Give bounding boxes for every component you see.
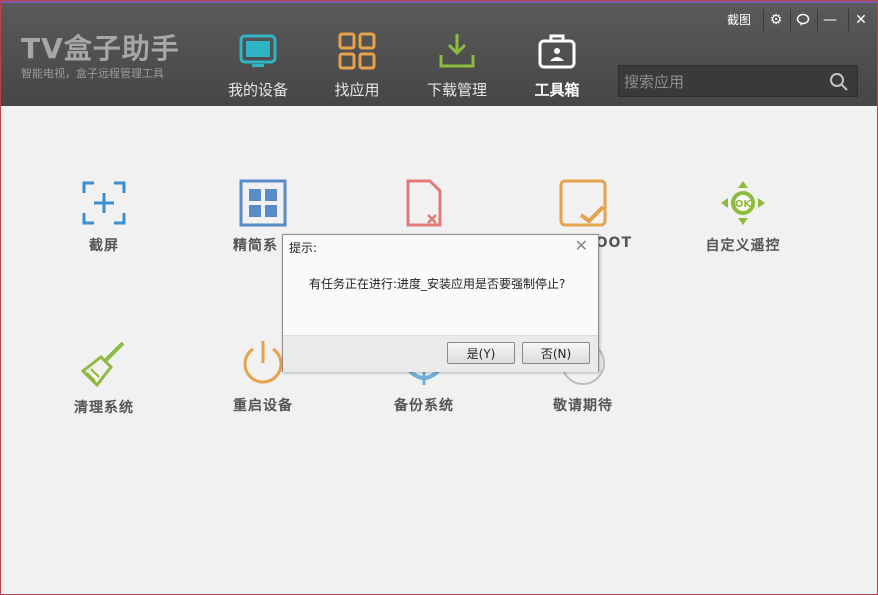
app-logo: TV盒子助手 bbox=[21, 32, 180, 65]
confirm-dialog: 提示: ✕ 有任务正在进行:进度_安装应用是否要强制停止? 是(Y) 否(N) bbox=[282, 234, 599, 372]
dialog-no-button[interactable]: 否(N) bbox=[522, 342, 590, 364]
grid-simplify-icon bbox=[239, 179, 287, 227]
tool-custom-remote[interactable]: OK 自定义遥控 bbox=[688, 179, 798, 255]
power-icon bbox=[243, 341, 283, 384]
toolbox-icon bbox=[538, 34, 576, 69]
tool-label: 自定义遥控 bbox=[705, 238, 781, 254]
close-icon: ✕ bbox=[855, 12, 867, 28]
remote-ok-icon: OK bbox=[721, 181, 765, 225]
apps-grid-icon bbox=[338, 32, 376, 70]
nav-label: 下载管理 bbox=[426, 81, 487, 99]
nav-my-devices[interactable]: 我的设备 bbox=[218, 31, 298, 100]
search-box bbox=[618, 65, 858, 98]
chat-bubble-icon bbox=[796, 13, 810, 26]
tool-uninstall-file[interactable] bbox=[369, 179, 479, 235]
search-icon[interactable] bbox=[829, 72, 849, 92]
nav-download-manager[interactable]: 下载管理 bbox=[417, 31, 497, 100]
dialog-yes-button[interactable]: 是(Y) bbox=[447, 342, 515, 364]
feedback-button[interactable] bbox=[790, 9, 815, 31]
svg-text:OK: OK bbox=[735, 199, 753, 210]
dialog-message: 有任务正在进行:进度_安装应用是否要强制停止? bbox=[309, 277, 566, 291]
tool-label: 清理系统 bbox=[74, 400, 134, 416]
screenshot-icon bbox=[82, 181, 126, 225]
app-window: TV盒子助手 智能电视，盒子远程管理工具 我的设备 找应用 下载管理 工具箱 截… bbox=[0, 0, 878, 595]
nav-label: 找应用 bbox=[334, 81, 380, 99]
dialog-close-button[interactable]: ✕ bbox=[575, 236, 588, 255]
tool-label: 敬请期待 bbox=[553, 398, 613, 414]
nav-toolbox[interactable]: 工具箱 bbox=[517, 31, 597, 100]
close-icon: ✕ bbox=[574, 236, 588, 255]
minimize-button[interactable]: — bbox=[817, 9, 842, 31]
nav-find-apps[interactable]: 找应用 bbox=[317, 31, 397, 100]
dialog-title: 提示: bbox=[289, 241, 318, 255]
dialog-footer: 是(Y) 否(N) bbox=[283, 335, 598, 372]
screenshot-button[interactable]: 截图 bbox=[723, 9, 755, 31]
header-bar: TV盒子助手 智能电视，盒子远程管理工具 我的设备 找应用 下载管理 工具箱 截… bbox=[1, 1, 877, 106]
app-slogan: 智能电视，盒子远程管理工具 bbox=[21, 67, 164, 80]
tool-label: 重启设备 bbox=[233, 398, 293, 414]
root-check-icon bbox=[559, 179, 607, 227]
tool-clean-system[interactable]: 清理系统 bbox=[49, 339, 159, 417]
nav-label: 工具箱 bbox=[534, 81, 580, 99]
tool-label: 备份系统 bbox=[394, 398, 454, 414]
broom-icon bbox=[80, 341, 125, 388]
tv-icon bbox=[239, 34, 277, 67]
tool-label: 截屏 bbox=[89, 238, 119, 254]
tool-screenshot[interactable]: 截屏 bbox=[49, 179, 159, 255]
gear-icon: ⚙ bbox=[769, 12, 783, 28]
download-icon bbox=[439, 34, 475, 68]
minimize-icon: — bbox=[823, 12, 837, 28]
close-button[interactable]: ✕ bbox=[848, 9, 873, 31]
file-delete-icon bbox=[406, 179, 442, 227]
nav-label: 我的设备 bbox=[227, 81, 288, 99]
search-input[interactable] bbox=[619, 66, 826, 98]
settings-button[interactable]: ⚙ bbox=[763, 9, 788, 31]
